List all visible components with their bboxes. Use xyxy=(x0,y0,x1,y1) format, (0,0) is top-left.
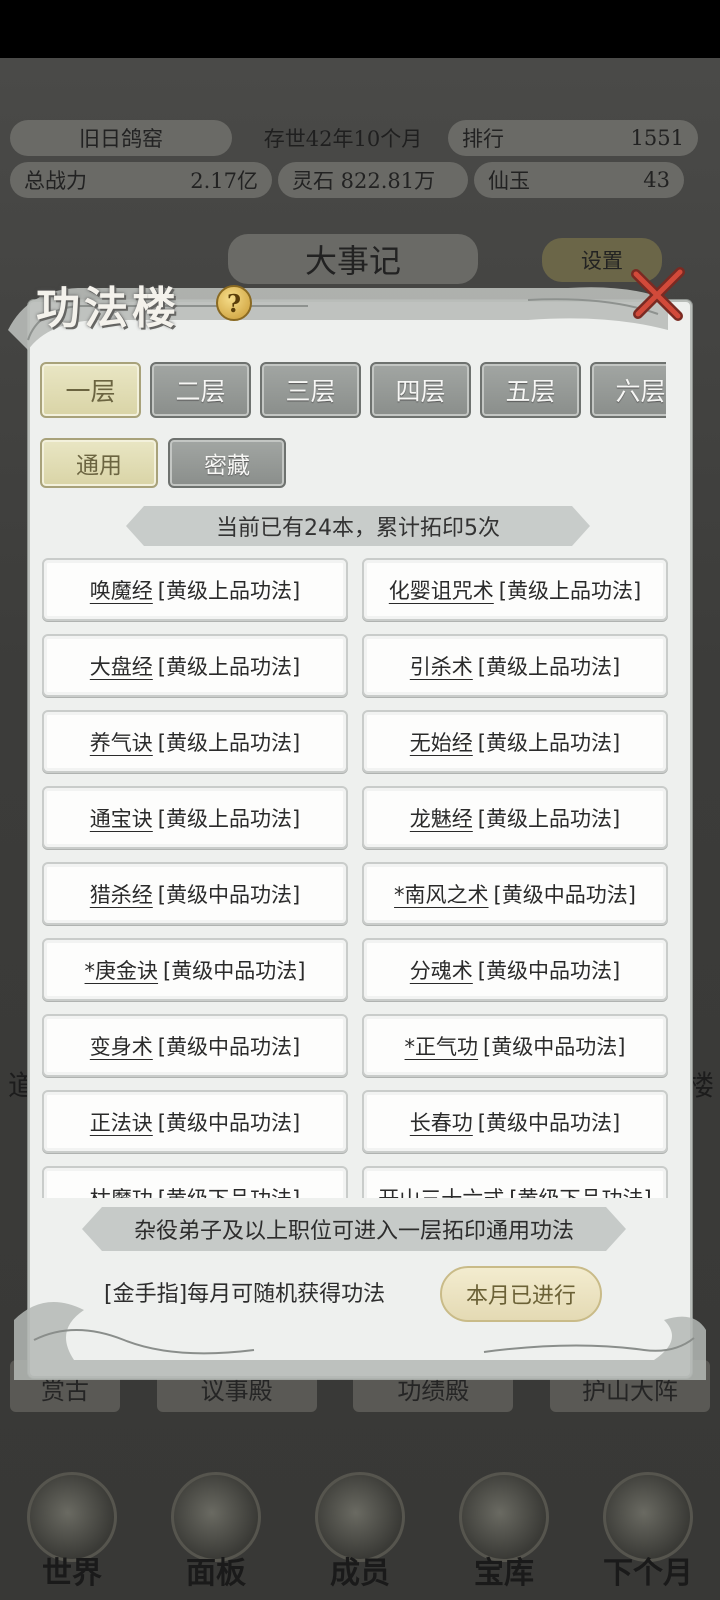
rank-label: 排行 xyxy=(462,127,504,151)
technique-grade: [黄级上品功法] xyxy=(477,654,621,679)
technique-name: 通宝诀 xyxy=(89,806,153,831)
technique-name: *南风之术 xyxy=(394,882,489,907)
technique-card[interactable]: 变身术 [黄级中品功法] xyxy=(42,1014,348,1077)
tab-floor-1[interactable]: 一层 xyxy=(40,362,141,418)
help-icon[interactable]: ? xyxy=(216,285,252,321)
technique-name: 引杀术 xyxy=(409,654,473,679)
technique-card[interactable]: 开山三十六式 [黄级下品功法] xyxy=(362,1166,668,1198)
technique-name: 分魂术 xyxy=(409,958,473,983)
nav-label: 面板 xyxy=(186,1556,246,1591)
power-value: 2.17亿 xyxy=(190,169,258,193)
technique-grade: [黄级中品功法] xyxy=(493,882,636,907)
technique-grade: [黄级上品功法] xyxy=(157,730,301,755)
rank-display[interactable]: 排行 1551 xyxy=(448,120,698,156)
technique-grade: [黄级上品功法] xyxy=(477,730,621,755)
power-label: 总战力 xyxy=(24,169,87,193)
technique-grade: [黄级上品功法] xyxy=(157,806,301,831)
technique-card[interactable]: *庚金诀 [黄级中品功法] xyxy=(42,938,348,1001)
technique-count-banner: 当前已有24本，累计拓印5次 xyxy=(126,506,590,546)
technique-name: 化婴诅咒术 xyxy=(388,578,494,603)
spirit-stone-display: 灵石 822.81万 xyxy=(278,162,468,198)
technique-name: 唤魔经 xyxy=(89,578,153,603)
technique-card[interactable]: 通宝诀 [黄级上品功法] xyxy=(42,786,348,849)
power-display: 总战力 2.17亿 xyxy=(10,162,272,198)
bottom-nav: 世界 面板 成员 宝库 下个月 xyxy=(0,1440,720,1600)
technique-card[interactable]: 引杀术 [黄级上品功法] xyxy=(362,634,668,697)
nav-members[interactable]: 成员 xyxy=(300,1472,420,1592)
nav-label: 宝库 xyxy=(474,1556,534,1591)
technique-card[interactable]: 分魂术 [黄级中品功法] xyxy=(362,938,668,1001)
technique-grade: [黄级中品功法] xyxy=(163,958,306,983)
tab-floor-6[interactable]: 六层 xyxy=(590,362,666,418)
jade-display: 仙玉 43 xyxy=(474,162,684,198)
tab-floor-2[interactable]: 二层 xyxy=(150,362,251,418)
technique-grade: [黄级中品功法] xyxy=(157,882,301,907)
technique-list[interactable]: 唤魔经 [黄级上品功法] 化婴诅咒术 [黄级上品功法] 大盘经 [黄级上品功法] 引杀术 [黄… xyxy=(42,558,678,1198)
technique-grade: [黄级中品功法] xyxy=(477,958,621,983)
sect-name: 旧日鸽窑 xyxy=(10,120,232,156)
technique-card[interactable]: *南风之术 [黄级中品功法] xyxy=(362,862,668,925)
jade-value: 43 xyxy=(643,168,670,192)
technique-card[interactable]: 养气诀 [黄级上品功法] xyxy=(42,710,348,773)
technique-grid: 唤魔经 [黄级上品功法] 化婴诅咒术 [黄级上品功法] 大盘经 [黄级上品功法] 引杀术 [黄… xyxy=(42,558,678,1198)
technique-card[interactable]: 大盘经 [黄级上品功法] xyxy=(42,634,348,697)
golden-finger-note: [金手指]每月可随机获得功法 xyxy=(104,1282,386,1307)
technique-grade: [黄级中品功法] xyxy=(157,1034,301,1059)
technique-name: 枯魔功 xyxy=(90,1183,153,1199)
technique-name: 养气诀 xyxy=(89,730,153,755)
dialog-title: 功法楼 xyxy=(36,283,180,334)
status-bar xyxy=(0,0,720,58)
technique-name: 无始经 xyxy=(409,730,473,755)
nav-world[interactable]: 世界 xyxy=(12,1472,132,1592)
technique-card[interactable]: *正气功 [黄级中品功法] xyxy=(362,1014,668,1077)
floor-tabs: 一层 二层 三层 四层 五层 六层 xyxy=(40,362,666,420)
technique-name: *庚金诀 xyxy=(84,958,159,983)
technique-card[interactable]: 无始经 [黄级上品功法] xyxy=(362,710,668,773)
tab-general[interactable]: 通用 xyxy=(40,438,158,488)
resource-row: 总战力 2.17亿 灵石 822.81万 仙玉 43 xyxy=(10,160,710,200)
monthly-done-button[interactable]: 本月已进行 xyxy=(440,1266,602,1322)
jade-label: 仙玉 xyxy=(488,169,530,193)
sect-age: 存世42年10个月 xyxy=(263,127,423,151)
technique-card[interactable]: 正法诀 [黄级中品功法] xyxy=(42,1090,348,1153)
technique-grade: [黄级上品功法] xyxy=(498,578,642,603)
tab-secret[interactable]: 密藏 xyxy=(168,438,286,488)
nav-label: 世界 xyxy=(42,1556,102,1591)
technique-name: 猎杀经 xyxy=(89,882,153,907)
technique-card[interactable]: 猎杀经 [黄级中品功法] xyxy=(42,862,348,925)
technique-grade: [黄级中品功法] xyxy=(157,1110,301,1135)
technique-name: 变身术 xyxy=(89,1034,153,1059)
tab-floor-3[interactable]: 三层 xyxy=(260,362,361,418)
technique-card[interactable]: 唤魔经 [黄级上品功法] xyxy=(42,558,348,621)
technique-name: 长春功 xyxy=(409,1110,473,1135)
technique-grade: [黄级中品功法] xyxy=(477,1110,621,1135)
technique-grade: [黄级上品功法] xyxy=(157,654,301,679)
technique-name: 正法诀 xyxy=(89,1110,153,1135)
technique-name: 龙魅经 xyxy=(409,806,473,831)
technique-card[interactable]: 长春功 [黄级中品功法] xyxy=(362,1090,668,1153)
technique-name: *正气功 xyxy=(404,1034,479,1059)
technique-name: 大盘经 xyxy=(89,654,153,679)
rank-value: 1551 xyxy=(630,126,684,150)
technique-grade: [黄级下品功法] xyxy=(158,1183,300,1199)
close-icon[interactable] xyxy=(628,264,688,324)
nav-treasury[interactable]: 宝库 xyxy=(444,1472,564,1592)
technique-card[interactable]: 化婴诅咒术 [黄级上品功法] xyxy=(362,558,668,621)
technique-grade: [黄级上品功法] xyxy=(477,806,621,831)
nav-panel[interactable]: 面板 xyxy=(156,1472,276,1592)
nav-next-month[interactable]: 下个月 xyxy=(588,1472,708,1592)
technique-card[interactable]: 龙魅经 [黄级上品功法] xyxy=(362,786,668,849)
requirement-banner: 杂役弟子及以上职位可进入一层拓印通用功法 xyxy=(82,1207,626,1251)
category-tabs: 通用 密藏 xyxy=(40,438,286,488)
technique-grade: [黄级下品功法] xyxy=(509,1183,651,1199)
nav-label: 成员 xyxy=(330,1556,390,1591)
tab-floor-5[interactable]: 五层 xyxy=(480,362,581,418)
tab-floor-4[interactable]: 四层 xyxy=(370,362,471,418)
nav-label: 下个月 xyxy=(603,1556,693,1591)
sect-info-row: 旧日鸽窑 存世42年10个月 排行 1551 xyxy=(10,118,710,158)
technique-grade: [黄级中品功法] xyxy=(483,1034,626,1059)
technique-grade: [黄级上品功法] xyxy=(157,578,301,603)
technique-card[interactable]: 枯魔功 [黄级下品功法] xyxy=(42,1166,348,1198)
technique-name: 开山三十六式 xyxy=(378,1183,504,1199)
